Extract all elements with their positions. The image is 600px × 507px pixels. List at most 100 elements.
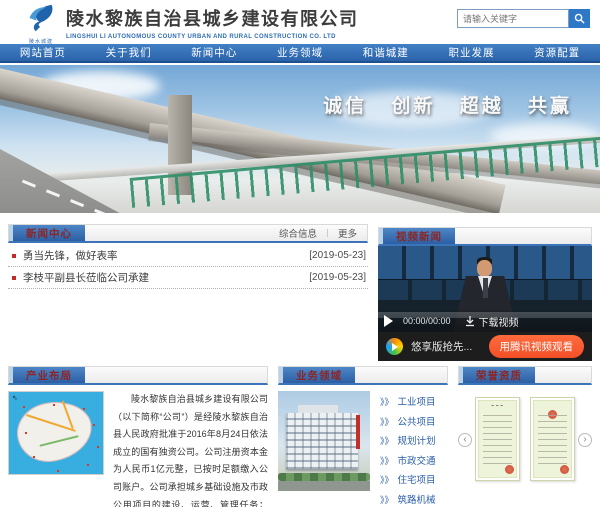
industry-header: 产业布局: [8, 366, 268, 385]
business-link-label: 公共项目: [398, 417, 436, 428]
watch-on-tencent-button[interactable]: 用腾讯视频观看: [489, 335, 585, 358]
video-news-section: 视频新闻 00:00/00:00 下载视频: [378, 227, 592, 361]
video-header: 视频新闻: [378, 227, 592, 246]
road-art: [278, 481, 370, 491]
building-art: [286, 413, 358, 469]
company-intro-text: 陵水黎族自治县城乡建设有限公司（以下简称“公司”）是经陵水黎族自治县人民政府批准…: [113, 391, 268, 507]
logo-swoosh-icon: [25, 3, 57, 33]
header-spacer: [455, 228, 591, 244]
business-link-label: 工业项目: [398, 397, 436, 408]
business-body: 》》工业项目 》》公共项目 》》规划计划 》》市政交通 》》住宅项目 》》筑路机…: [278, 385, 448, 507]
business-link-label: 市政交通: [398, 456, 436, 467]
business-link-road-machinery[interactable]: 》》筑路机械: [380, 491, 436, 507]
business-areas-section: 业务领域 》》工业项目 》》公共项目 》》规划计划 》》市政交通 》》住宅项目 …: [278, 366, 448, 507]
building-sign-art: [356, 415, 360, 449]
honors-header: 荣誉资质: [458, 366, 592, 385]
industry-body: ⇖ 陵水黎族自治县城乡建设有限公司（以下简称“公司”）是经陵水黎族自治县人民政府…: [8, 385, 268, 507]
business-link-planning[interactable]: 》》规划计划: [380, 432, 436, 452]
player-controls: 00:00/00:00 下载视频: [378, 310, 592, 332]
header-spacer: [535, 367, 591, 383]
nav-item-about[interactable]: 关于我们: [86, 44, 172, 61]
header-spacer: [355, 367, 447, 383]
news-list: 勇当先锋，做好表率 [2019-05-23] 李枝平副县长莅临公司承建 [201…: [8, 243, 368, 289]
tab-video-news[interactable]: 视频新闻: [383, 228, 455, 244]
playback-time: 00:00/00:00: [403, 316, 451, 326]
video-player[interactable]: 00:00/00:00 下载视频: [378, 246, 592, 332]
news-row[interactable]: 李枝平副县长莅临公司承建 [2019-05-23]: [8, 267, 368, 289]
certificate-art: [483, 412, 512, 464]
business-link-industrial[interactable]: 》》工业项目: [380, 393, 436, 413]
promo-text: 悠享版抢先...: [411, 339, 472, 354]
certificate-art: ━ ━ ━: [476, 403, 519, 408]
banner-slogan: 诚信 创新 超越 共赢: [323, 91, 572, 118]
news-anchor-art: [477, 260, 492, 277]
intro-body: 陵水黎族自治县城乡建设有限公司（以下简称“公司”）是经陵水黎族自治县人民政府批准…: [113, 394, 268, 507]
tab-industry-layout[interactable]: 产业布局: [13, 367, 85, 383]
news-category-link[interactable]: 综合信息: [269, 225, 327, 241]
red-square-bullet: [12, 276, 16, 280]
tab-business-areas[interactable]: 业务领域: [283, 367, 355, 383]
nav-item-harmony[interactable]: 和谐城建: [343, 44, 429, 61]
business-link-label: 住宅项目: [398, 475, 436, 486]
tab-news-center[interactable]: 新闻中心: [13, 225, 85, 241]
nav-item-career[interactable]: 职业发展: [429, 44, 515, 61]
news-anchor-art: [483, 278, 488, 298]
news-row[interactable]: 勇当先锋，做好表率 [2019-05-23]: [8, 245, 368, 267]
double-angle-icon: 》》: [380, 436, 394, 446]
news-date: [2019-05-23]: [309, 272, 368, 283]
download-icon: [465, 316, 475, 327]
certificate-image[interactable]: ━ ━ ━: [475, 397, 520, 481]
red-seal-art: [505, 465, 514, 474]
business-links: 》》工业项目 》》公共项目 》》规划计划 》》市政交通 》》住宅项目 》》筑路机…: [370, 391, 436, 507]
honors-section: 荣誉资质 ‹ ━ ━ ━ ›: [458, 366, 592, 487]
tab-honors[interactable]: 荣誉资质: [463, 367, 535, 383]
news-title[interactable]: 勇当先锋，做好表率: [23, 248, 118, 263]
header-spacer: [85, 225, 269, 241]
search-box: [457, 9, 590, 28]
nav-item-home[interactable]: 网站首页: [0, 44, 86, 61]
company-intro: 陵水黎族自治县城乡建设有限公司（以下简称“公司”）是经陵水黎族自治县人民政府批准…: [104, 391, 268, 507]
company-name: 陵水黎族自治县城乡建设有限公司: [66, 5, 359, 31]
company-name-en: LINGSHUI LI AUTONOMOUS COUNTY URBAN AND …: [66, 34, 359, 40]
news-title[interactable]: 李枝平副县长莅临公司承建: [23, 270, 149, 285]
search-input[interactable]: [457, 9, 569, 28]
header-spacer: [85, 367, 267, 383]
main-nav: 网站首页 关于我们 新闻中心 业务领域 和谐城建 职业发展 资源配置: [0, 44, 600, 63]
office-building-image: [278, 391, 370, 491]
certificate-carousel: ‹ ━ ━ ━ ›: [458, 397, 592, 487]
search-icon: [574, 13, 585, 24]
hero-banner: 诚信 创新 超越 共赢: [0, 65, 600, 213]
business-link-label: 筑路机械: [398, 495, 436, 506]
business-link-label: 规划计划: [398, 436, 436, 447]
download-label: 下载视频: [479, 314, 519, 329]
red-square-bullet: [12, 254, 16, 258]
company-logo[interactable]: 陵水城建: [22, 3, 60, 43]
business-link-municipal-transport[interactable]: 》》市政交通: [380, 452, 436, 472]
certificate-image[interactable]: [530, 397, 575, 481]
business-header: 业务领域: [278, 366, 448, 385]
double-angle-icon: 》》: [380, 397, 394, 407]
news-section: 新闻中心 综合信息 更多 勇当先锋，做好表率 [2019-05-23] 李枝平副…: [8, 224, 368, 289]
play-glyph: [392, 343, 398, 351]
nav-item-business[interactable]: 业务领域: [257, 44, 343, 61]
business-link-public[interactable]: 》》公共项目: [380, 413, 436, 433]
play-icon[interactable]: [384, 315, 393, 327]
business-link-residential[interactable]: 》》住宅项目: [380, 471, 436, 491]
news-date: [2019-05-23]: [309, 250, 368, 261]
news-more-link[interactable]: 更多: [328, 225, 367, 241]
hainan-map-image: ⇖: [8, 391, 104, 475]
map-compass-art: ⇖: [12, 394, 18, 402]
nav-item-resources[interactable]: 资源配置: [514, 44, 600, 61]
certificate-art: [538, 412, 567, 464]
carousel-prev-button[interactable]: ‹: [458, 433, 472, 447]
search-button[interactable]: [569, 9, 590, 28]
map-city-dots-art: [23, 406, 25, 408]
news-header: 新闻中心 综合信息 更多: [8, 224, 368, 243]
tencent-video-icon[interactable]: [386, 338, 403, 355]
island-art: [14, 397, 97, 466]
nav-item-news[interactable]: 新闻中心: [171, 44, 257, 61]
industry-layout-section: 产业布局 ⇖ 陵水黎族自治县城乡建设有限公司（以下简称“公司”）是经陵水黎族自治…: [8, 366, 268, 507]
carousel-next-button[interactable]: ›: [578, 433, 592, 447]
double-angle-icon: 》》: [380, 456, 394, 466]
download-video-button[interactable]: 下载视频: [465, 314, 519, 329]
